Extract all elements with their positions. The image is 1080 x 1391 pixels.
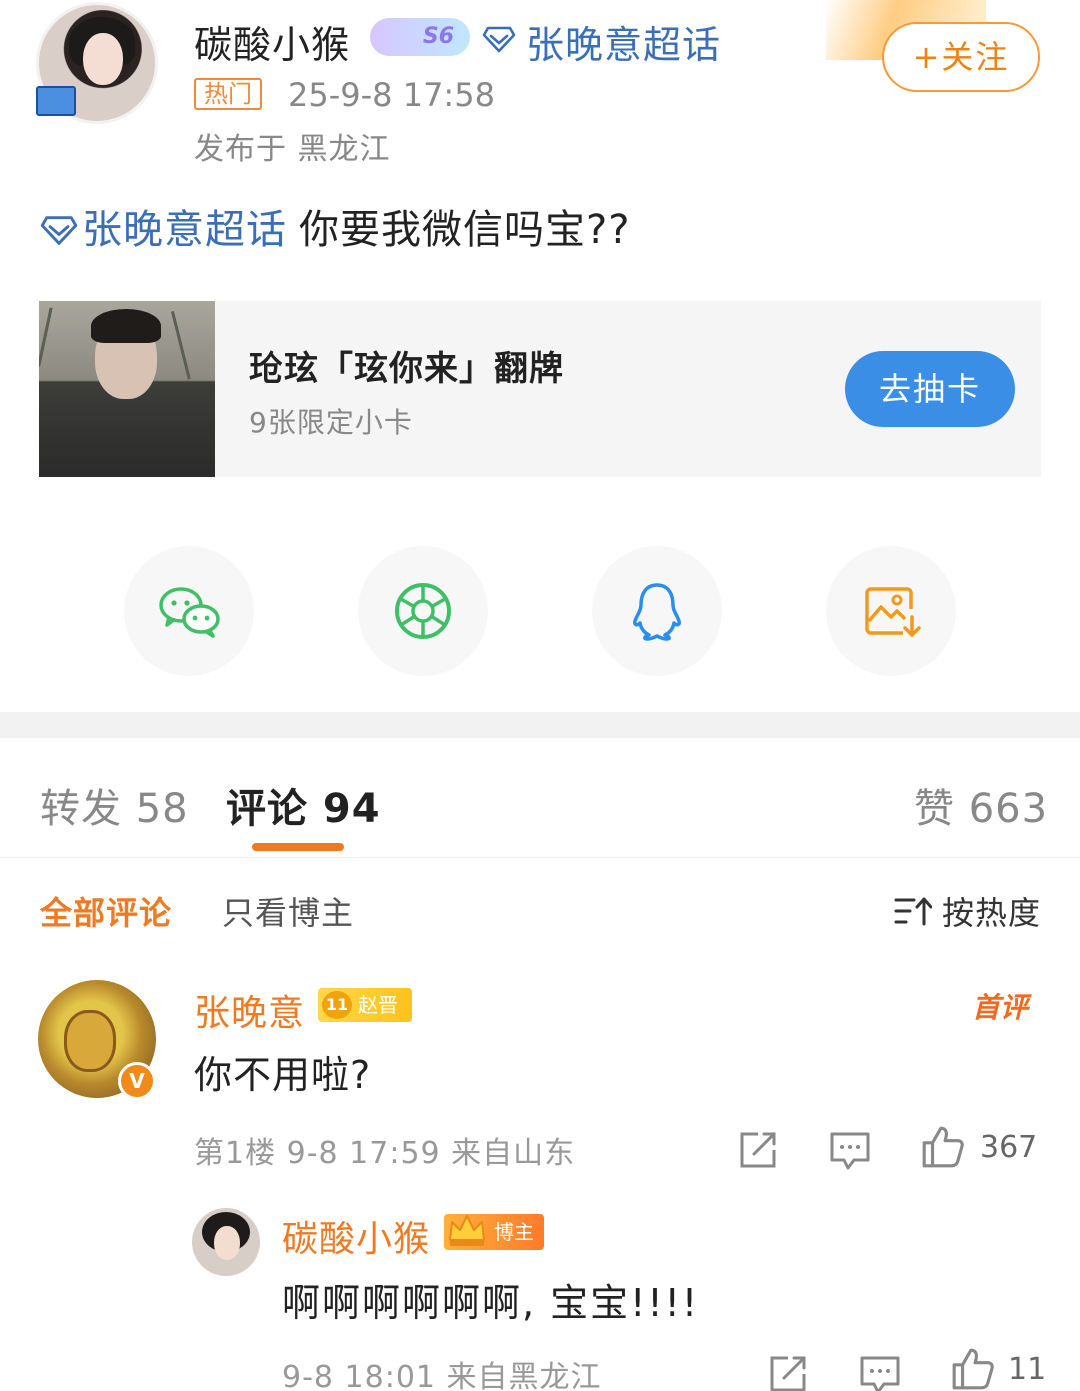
post-time: 25-9-8 17:58 bbox=[288, 76, 495, 114]
tab-likes[interactable]: 赞 663 bbox=[914, 776, 1048, 834]
comment-meta: 第1楼 9-8 17:59 来自山东 bbox=[194, 1136, 576, 1171]
save-image-button[interactable] bbox=[826, 546, 956, 676]
sort-by-hot-button[interactable]: 按热度 bbox=[942, 888, 1041, 934]
share-row bbox=[0, 546, 1080, 678]
fan-badge-label: 赵晋 bbox=[358, 993, 398, 1017]
topic-link[interactable]: 张晚意超话 bbox=[82, 207, 287, 253]
first-comment-tag: 首评 bbox=[972, 991, 1029, 1024]
post-tabs: 转发 58 评论 94 赞 663 bbox=[0, 742, 1080, 858]
wechat-icon bbox=[159, 587, 220, 638]
share-qq-button[interactable] bbox=[592, 546, 722, 676]
reply-text: 啊啊啊啊啊啊, 宝宝!!!! bbox=[282, 1281, 700, 1325]
like-icon[interactable] bbox=[950, 1346, 996, 1391]
reply-like-count: 11 bbox=[1008, 1352, 1047, 1387]
moments-icon bbox=[395, 583, 451, 639]
tab-comments[interactable]: 评论 94 bbox=[226, 776, 381, 834]
promo-card[interactable]: 玱玹「玹你来」翻牌 9张限定小卡 去抽卡 bbox=[39, 301, 1041, 477]
comment-like-count: 367 bbox=[980, 1130, 1038, 1165]
avatar-painting bbox=[64, 1010, 116, 1072]
post-body-text: 你要我微信吗宝?? bbox=[299, 207, 631, 253]
post-text: 张晚意超话 你要我微信吗宝?? bbox=[40, 202, 630, 258]
author-name[interactable]: 碳酸小猴 bbox=[194, 14, 350, 69]
replier-avatar[interactable] bbox=[192, 1208, 260, 1276]
card-subtitle: 9张限定小卡 bbox=[249, 406, 413, 439]
sort-icon[interactable] bbox=[894, 894, 932, 928]
post-header: 碳酸小猴 S6 张晚意超话 热门 25-9-8 17:58 发布于 黑龙江 +关… bbox=[0, 0, 1080, 170]
share-icon[interactable] bbox=[766, 1352, 810, 1391]
active-tab-indicator bbox=[252, 843, 344, 851]
share-moments-button[interactable] bbox=[358, 546, 488, 676]
author-badge-label: 博主 bbox=[494, 1220, 534, 1244]
level-badge: S6 bbox=[370, 18, 470, 56]
fan-badge-level: 11 bbox=[322, 991, 352, 1019]
qq-icon bbox=[633, 583, 681, 641]
card-image-hair bbox=[91, 309, 161, 343]
like-icon[interactable] bbox=[920, 1124, 966, 1170]
filter-all-comments[interactable]: 全部评论 bbox=[40, 888, 172, 934]
avatar-face bbox=[214, 1226, 240, 1260]
card-title: 玱玹「玹你来」翻牌 bbox=[249, 349, 564, 389]
verified-icon: V bbox=[118, 1062, 156, 1100]
draw-card-button[interactable]: 去抽卡 bbox=[845, 351, 1015, 427]
fan-badge: 11 赵晋 bbox=[318, 988, 412, 1022]
reply-meta: 9-8 18:01 来自黑龙江 bbox=[282, 1360, 602, 1391]
commenter-name[interactable]: 张晚意 bbox=[194, 984, 305, 1036]
reply-icon[interactable] bbox=[858, 1352, 902, 1391]
crown-icon bbox=[449, 1215, 485, 1246]
share-icon[interactable] bbox=[736, 1128, 780, 1172]
topic-diamond-icon bbox=[40, 216, 78, 245]
follow-button[interactable]: +关注 bbox=[882, 22, 1040, 92]
author-badge: 博主 bbox=[444, 1214, 544, 1250]
reply-icon[interactable] bbox=[828, 1128, 872, 1172]
section-divider bbox=[0, 712, 1080, 738]
card-image-bamboo bbox=[39, 307, 89, 375]
comment-text: 你不用啦? bbox=[194, 1053, 372, 1097]
save-image-icon bbox=[865, 587, 921, 637]
avatar-pendant-icon bbox=[36, 86, 76, 116]
comment-filter-row: 全部评论 只看博主 按热度 bbox=[0, 876, 1080, 946]
card-image-bamboo bbox=[170, 304, 215, 380]
supertopic-diamond-icon bbox=[482, 26, 516, 53]
filter-author-only[interactable]: 只看博主 bbox=[222, 888, 354, 934]
avatar-face bbox=[83, 33, 123, 85]
share-wechat-button[interactable] bbox=[124, 546, 254, 676]
hot-tag: 热门 bbox=[194, 78, 262, 110]
supertopic-link[interactable]: 张晚意超话 bbox=[526, 14, 721, 69]
tab-repost[interactable]: 转发 58 bbox=[40, 776, 189, 834]
post-location: 发布于 黑龙江 bbox=[194, 132, 391, 167]
replier-name[interactable]: 碳酸小猴 bbox=[282, 1210, 430, 1262]
card-image bbox=[39, 301, 215, 477]
